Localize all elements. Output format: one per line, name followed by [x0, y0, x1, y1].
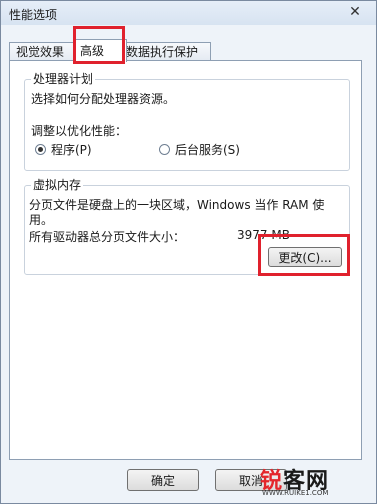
background-services-radio-label[interactable]: 后台服务(S) [175, 141, 240, 158]
change-button-highlight [258, 234, 350, 276]
close-icon[interactable]: ✕ [340, 2, 370, 22]
watermark-subtext: WWW.RUIKE1.COM [262, 489, 329, 497]
tab-visual-effects[interactable]: 视觉效果 [9, 42, 79, 61]
processor-scheduling-group: 处理器计划 选择如何分配处理器资源。 调整以优化性能： 程序(P) 后台服务(S… [24, 70, 350, 171]
tab-strip: 视觉效果 高级 数据执行保护 [9, 39, 366, 62]
virtual-memory-group-title: 虚拟内存 [31, 176, 84, 193]
title-bar: 性能选项 ✕ [1, 1, 376, 25]
optimize-label: 调整以优化性能： [31, 124, 128, 138]
window-title: 性能选项 [9, 8, 58, 22]
programs-radio[interactable] [35, 144, 46, 155]
advanced-tab-highlight [73, 26, 125, 64]
virtual-memory-description-line2: 用。 [29, 213, 54, 227]
virtual-memory-description-line1: 分页文件是硬盘上的一块区域，Windows 当作 RAM 使 [29, 198, 325, 212]
processor-description: 选择如何分配处理器资源。 [31, 92, 176, 106]
site-watermark-logo: 锐客网 WWW.RUIKE1.COM [254, 461, 372, 499]
total-paging-size-label: 所有驱动器总分页文件大小： [29, 230, 186, 244]
processor-group-title: 处理器计划 [31, 70, 96, 87]
programs-radio-label[interactable]: 程序(P) [51, 141, 92, 158]
performance-options-dialog: 性能选项 ✕ 视觉效果 高级 数据执行保护 处理器计划 选择如何分配处理器资源。… [0, 0, 377, 504]
background-services-radio[interactable] [159, 144, 170, 155]
ok-button[interactable]: 确定 [127, 469, 199, 491]
tab-dep[interactable]: 数据执行保护 [119, 42, 211, 61]
